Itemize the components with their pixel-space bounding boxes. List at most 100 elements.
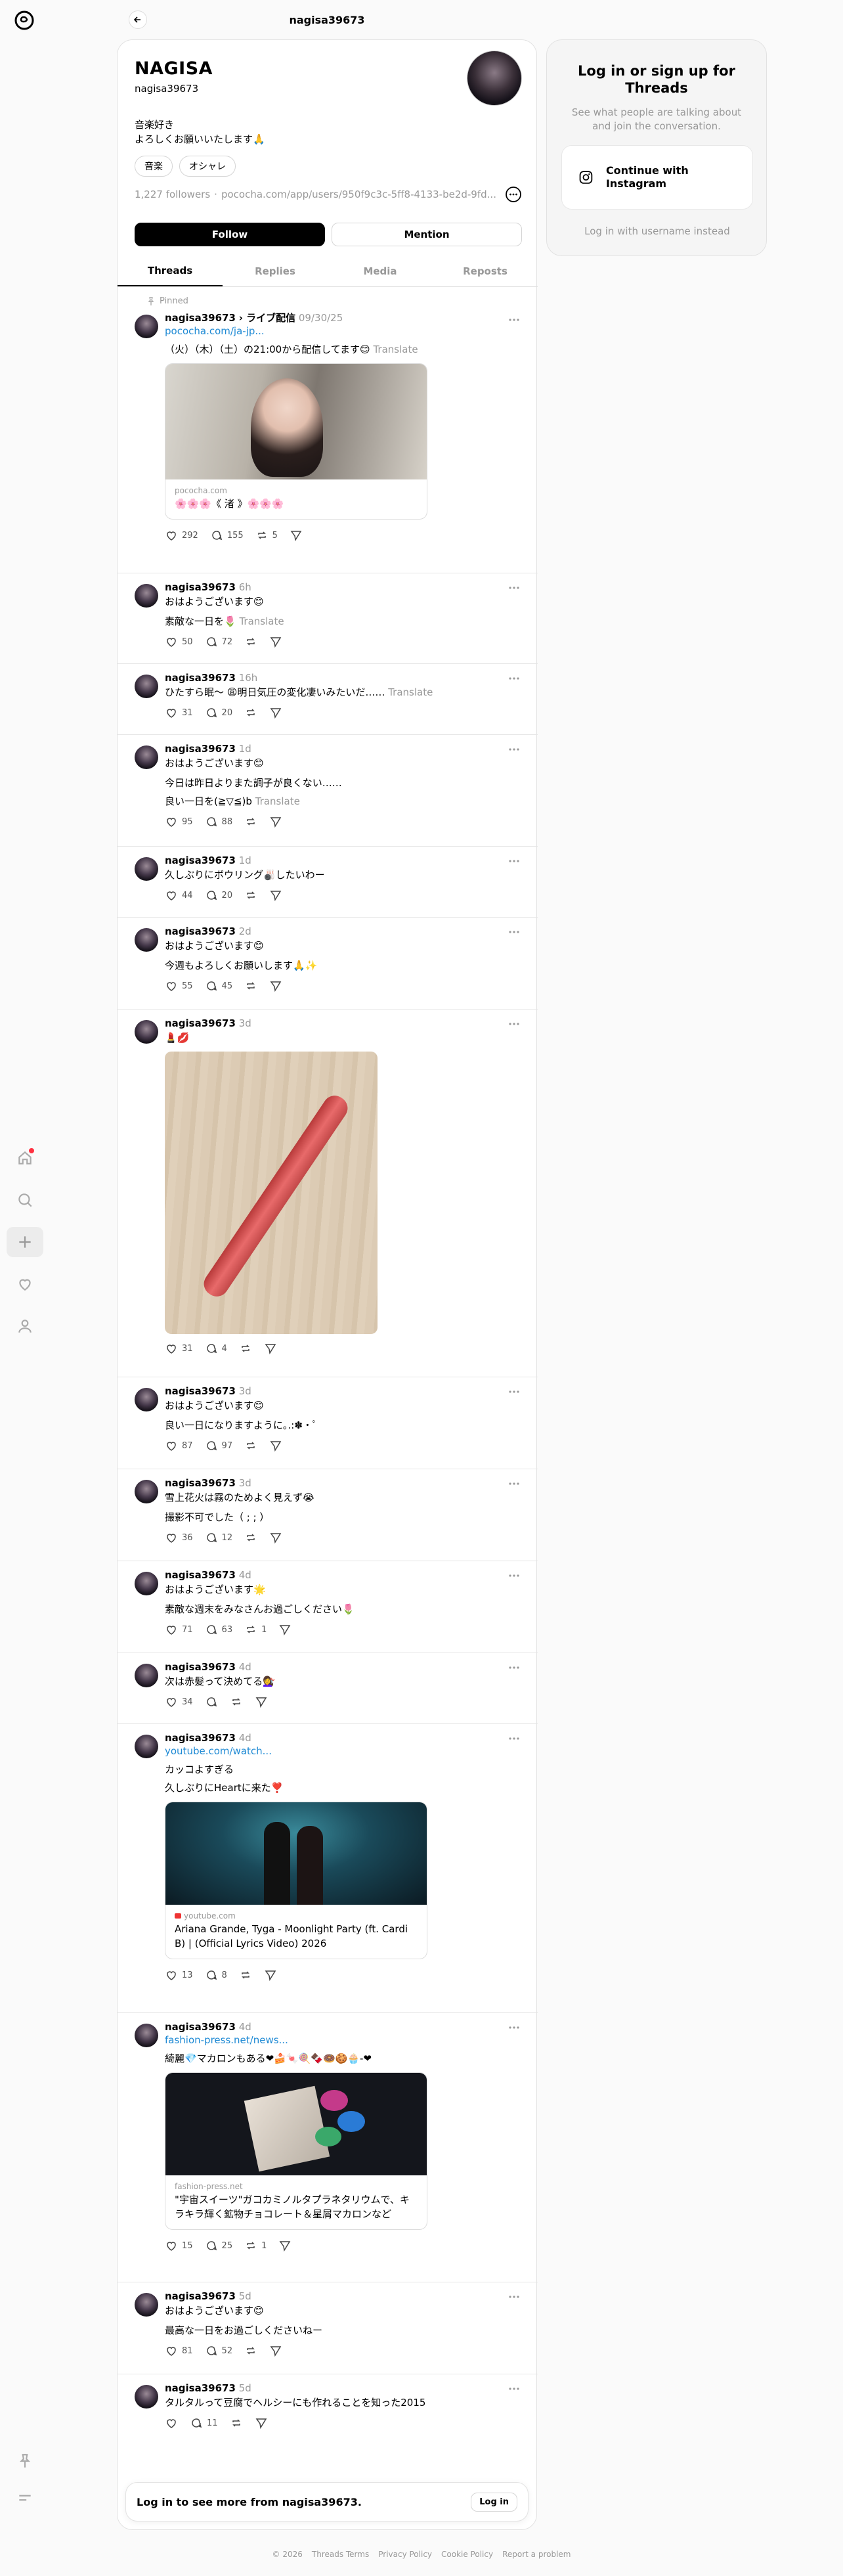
link-preview-card[interactable]: pococha.com 🌸🌸🌸《 渚 》🌸🌸🌸 bbox=[165, 363, 427, 520]
reply-button[interactable]: 25 bbox=[205, 2239, 232, 2252]
like-button[interactable]: 95 bbox=[165, 815, 193, 828]
translate-link[interactable]: Translate bbox=[239, 615, 284, 627]
post-username[interactable]: nagisa39673 bbox=[165, 1477, 236, 1489]
reply-button[interactable]: 63 bbox=[205, 1623, 232, 1636]
post-username[interactable]: nagisa39673 bbox=[165, 925, 236, 937]
avatar[interactable] bbox=[135, 928, 158, 952]
avatar[interactable] bbox=[135, 315, 158, 338]
nav-pin-button[interactable] bbox=[7, 2446, 43, 2476]
post-link[interactable]: fashion-press.net/news... bbox=[165, 2034, 521, 2046]
like-button[interactable]: 292 bbox=[165, 529, 198, 542]
translate-link[interactable]: Translate bbox=[255, 795, 300, 807]
reply-button[interactable]: 45 bbox=[205, 979, 232, 992]
thread-post[interactable]: nagisa39673 4d youtube.com/watch... カッコよ… bbox=[118, 1724, 538, 2013]
reply-button[interactable]: 97 bbox=[205, 1439, 232, 1452]
profile-link[interactable]: pococha.com/app/users/950f9c3c-5ff8-4133… bbox=[221, 189, 496, 200]
thread-post[interactable]: Pinned nagisa39673 › ライブ配信 09/30/25 poco… bbox=[118, 288, 538, 573]
repost-button[interactable] bbox=[244, 889, 257, 902]
thread-post[interactable]: nagisa39673 5d タルタルって豆腐でヘルシーにも作れることを知った2… bbox=[118, 2374, 538, 2447]
followers-count[interactable]: 1,227 followers bbox=[135, 189, 210, 200]
thread-post[interactable]: nagisa39673 4d おはようございます🌟 素敵な週末をみなさんお過ごし… bbox=[118, 1561, 538, 1653]
post-username[interactable]: nagisa39673 bbox=[165, 312, 236, 324]
mention-button[interactable]: Mention bbox=[332, 223, 522, 246]
repost-button[interactable]: 1 bbox=[244, 1623, 267, 1636]
like-button[interactable]: 15 bbox=[165, 2239, 193, 2252]
like-button[interactable]: 44 bbox=[165, 889, 193, 902]
repost-button[interactable] bbox=[244, 815, 257, 828]
post-username[interactable]: nagisa39673 bbox=[165, 2021, 236, 2033]
footer-report-link[interactable]: Report a problem bbox=[502, 2550, 571, 2559]
tab-threads[interactable]: Threads bbox=[118, 255, 223, 286]
avatar[interactable] bbox=[135, 1020, 158, 1044]
nav-activity-button[interactable] bbox=[7, 1269, 43, 1299]
avatar[interactable] bbox=[135, 2385, 158, 2409]
thread-post[interactable]: nagisa39673 3d 雪上花火は霧のためよく見えず😭 撮影不可でした（ … bbox=[118, 1469, 538, 1561]
repost-button[interactable] bbox=[239, 1968, 252, 1982]
post-username[interactable]: nagisa39673 bbox=[165, 2290, 236, 2302]
like-button[interactable]: 55 bbox=[165, 979, 193, 992]
post-username[interactable]: nagisa39673 bbox=[165, 1385, 236, 1397]
follow-button[interactable]: Follow bbox=[135, 223, 325, 246]
repost-button[interactable] bbox=[230, 1695, 243, 1708]
like-button[interactable]: 34 bbox=[165, 1695, 193, 1708]
post-channel[interactable]: › ライブ配信 bbox=[239, 312, 295, 324]
post-username[interactable]: nagisa39673 bbox=[165, 743, 236, 755]
post-username[interactable]: nagisa39673 bbox=[165, 1732, 236, 1744]
nav-menu-button[interactable] bbox=[7, 2483, 43, 2513]
thread-post[interactable]: nagisa39673 4d fashion-press.net/news...… bbox=[118, 2013, 538, 2282]
repost-button[interactable]: 1 bbox=[244, 2239, 267, 2252]
like-button[interactable]: 81 bbox=[165, 2344, 193, 2357]
login-button[interactable]: Log in bbox=[471, 2492, 517, 2512]
thread-post[interactable]: nagisa39673 6h おはようございます😊 素敵な一日を🌷 Transl… bbox=[118, 573, 538, 664]
avatar[interactable] bbox=[135, 1664, 158, 1687]
thread-post[interactable]: nagisa39673 2d おはようございます😊 今週もよろしくお願いします🙏… bbox=[118, 918, 538, 1010]
reply-button[interactable]: 52 bbox=[205, 2344, 232, 2357]
reply-button[interactable]: 12 bbox=[205, 1531, 232, 1544]
reply-button[interactable]: 8 bbox=[205, 1968, 227, 1982]
link-preview-card[interactable]: youtube.com Ariana Grande, Tyga - Moonli… bbox=[165, 1802, 427, 1959]
share-button[interactable] bbox=[269, 815, 282, 828]
post-username[interactable]: nagisa39673 bbox=[165, 1661, 236, 1673]
post-image[interactable] bbox=[165, 1052, 378, 1334]
avatar[interactable] bbox=[135, 2293, 158, 2317]
post-link[interactable]: pococha.com/ja-jp... bbox=[165, 325, 521, 337]
like-button[interactable]: 31 bbox=[165, 706, 193, 719]
nav-search-button[interactable] bbox=[7, 1185, 43, 1215]
continue-instagram-button[interactable]: Continue with Instagram bbox=[561, 145, 753, 210]
repost-button[interactable] bbox=[230, 2416, 243, 2430]
avatar[interactable] bbox=[135, 745, 158, 769]
back-button[interactable] bbox=[129, 11, 147, 29]
translate-link[interactable]: Translate bbox=[373, 344, 418, 355]
avatar[interactable] bbox=[135, 584, 158, 608]
tab-replies[interactable]: Replies bbox=[223, 255, 328, 286]
threads-logo-icon[interactable] bbox=[13, 9, 35, 32]
footer-terms-link[interactable]: Threads Terms bbox=[312, 2550, 369, 2559]
avatar[interactable] bbox=[135, 1388, 158, 1411]
repost-button[interactable] bbox=[239, 1342, 252, 1355]
post-link[interactable]: youtube.com/watch... bbox=[165, 1745, 521, 1757]
thread-post[interactable]: nagisa39673 4d 次は赤髪って決めてる💇‍♀️ 34 bbox=[118, 1653, 538, 1724]
avatar[interactable] bbox=[135, 675, 158, 698]
reply-button[interactable]: 155 bbox=[210, 529, 244, 542]
reply-button[interactable]: 88 bbox=[205, 815, 232, 828]
share-button[interactable] bbox=[264, 1968, 277, 1982]
profile-avatar[interactable] bbox=[467, 51, 522, 106]
link-preview-card[interactable]: fashion-press.net "宇宙スイーツ"ガコカミノルタプラネタリウム… bbox=[165, 2072, 427, 2230]
reply-button[interactable]: 11 bbox=[190, 2416, 218, 2430]
avatar[interactable] bbox=[135, 2024, 158, 2047]
reply-button[interactable]: 4 bbox=[205, 1342, 227, 1355]
share-button[interactable] bbox=[269, 1531, 282, 1544]
thread-post[interactable]: nagisa39673 5d おはようございます😊 最高な一日をお過ごしください… bbox=[118, 2282, 538, 2374]
repost-button[interactable] bbox=[244, 706, 257, 719]
share-button[interactable] bbox=[290, 529, 303, 542]
share-button[interactable] bbox=[264, 1342, 277, 1355]
like-button[interactable]: 50 bbox=[165, 635, 193, 648]
repost-button[interactable] bbox=[244, 2344, 257, 2357]
share-button[interactable] bbox=[278, 2239, 292, 2252]
repost-button[interactable]: 5 bbox=[255, 529, 278, 542]
thread-post[interactable]: nagisa39673 3d 💄💋 31 4 bbox=[118, 1010, 538, 1377]
avatar[interactable] bbox=[135, 1480, 158, 1503]
reply-button[interactable]: 72 bbox=[205, 635, 232, 648]
tab-reposts[interactable]: Reposts bbox=[433, 255, 538, 286]
share-button[interactable] bbox=[255, 1695, 268, 1708]
